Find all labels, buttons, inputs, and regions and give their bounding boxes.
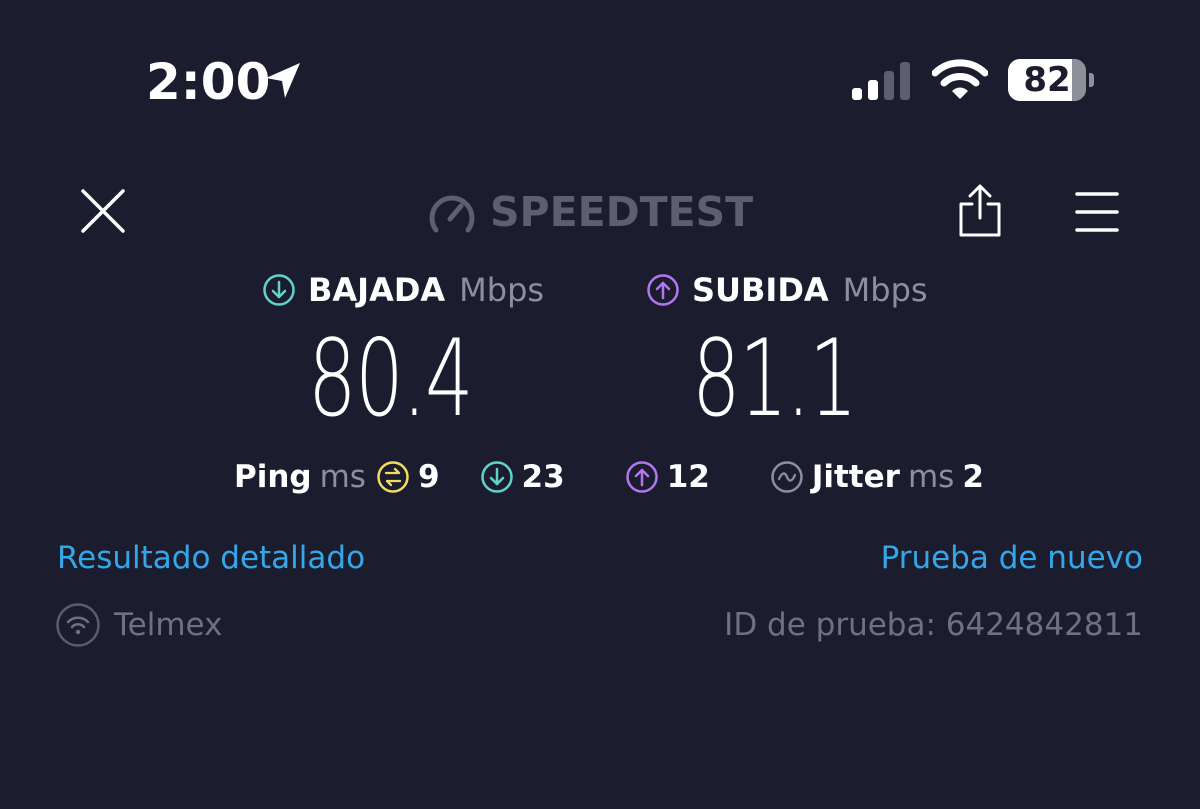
upload-ping-value: 12 — [666, 459, 710, 495]
speedtest-logo: SPEEDTEST — [428, 188, 778, 236]
speedtest-result-screen: 2:00 82 SPEEDTEST BAJADA Mbps SUBIDA Mbp… — [0, 0, 1200, 809]
idle-ping-value: 9 — [417, 459, 440, 495]
close-icon — [81, 189, 125, 233]
battery-icon: 82 — [1008, 59, 1086, 101]
jitter-icon — [771, 461, 803, 493]
battery-level-label: 82 — [1023, 60, 1071, 100]
jitter-value: 2 — [962, 459, 984, 495]
download-arrow-icon — [263, 274, 295, 306]
share-button[interactable] — [956, 184, 1004, 238]
close-button[interactable] — [78, 186, 128, 236]
retry-test-link[interactable]: Prueba de nuevo — [881, 538, 1143, 578]
menu-button[interactable] — [1074, 190, 1120, 234]
idle-ping-icon — [377, 461, 409, 493]
download-ping-value: 23 — [521, 459, 565, 495]
location-arrow-icon — [266, 63, 300, 98]
upload-speed-value: 81.1 — [692, 317, 858, 440]
ping-label: Ping — [234, 459, 312, 495]
jitter-label: Jitter — [811, 459, 900, 495]
upload-ping-icon — [625, 461, 658, 493]
ping-jitter-row: Ping ms 9 23 12 Jitter ms 2 — [234, 456, 984, 498]
status-time: 2:00 — [146, 53, 271, 111]
isp-name: Telmex — [114, 607, 223, 643]
jitter-unit: ms — [907, 459, 955, 495]
test-id: ID de prueba: 6424842811 — [724, 607, 1143, 643]
upload-arrow-icon — [647, 274, 679, 306]
ping-unit: ms — [319, 459, 366, 495]
battery-empty-fill — [1071, 59, 1086, 101]
menu-icon — [1075, 192, 1119, 232]
cellular-signal-icon — [852, 62, 910, 100]
upload-header: SUBIDA Mbps — [646, 270, 928, 310]
isp-info: Telmex — [56, 602, 222, 648]
battery-indicator: 82 — [1008, 59, 1094, 101]
upload-label: SUBIDA — [692, 271, 829, 309]
download-speed-value: 80.4 — [308, 317, 474, 440]
brand-name: SPEEDTEST — [490, 188, 754, 236]
upload-unit: Mbps — [842, 271, 928, 309]
battery-cap — [1089, 73, 1094, 87]
download-label: BAJADA — [308, 271, 446, 309]
detailed-result-link[interactable]: Resultado detallado — [57, 538, 365, 578]
wifi-icon — [932, 59, 988, 99]
wifi-provider-icon — [56, 603, 100, 647]
speedometer-icon — [429, 195, 475, 233]
download-header: BAJADA Mbps — [262, 270, 544, 310]
download-ping-icon — [480, 461, 513, 493]
download-unit: Mbps — [459, 271, 545, 309]
share-icon — [959, 184, 1001, 237]
